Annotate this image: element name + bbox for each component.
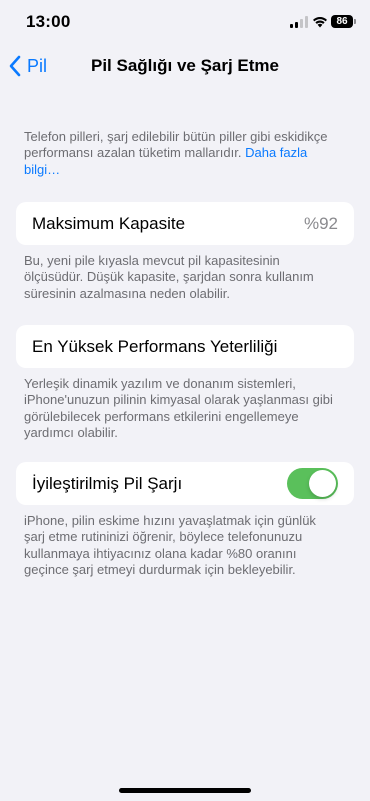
status-bar: 13:00 86 [0,0,370,44]
home-indicator[interactable] [119,788,251,793]
max-capacity-label: Maksimum Kapasite [32,214,186,233]
optimized-charging-row: İyileştirilmiş Pil Şarjı [16,462,354,505]
intro-text: Telefon pilleri, şarj edilebilir bütün p… [24,129,340,178]
navigation-bar: Pil Pil Sağlığı ve Şarj Etme [0,48,370,84]
optimized-charging-footnote: iPhone, pilin eskime hızını yavaşlatmak … [24,513,316,577]
toggle-knob [309,470,336,497]
wifi-icon [313,17,327,28]
status-time: 13:00 [26,12,71,31]
max-capacity-row: Maksimum Kapasite %92 [16,202,354,245]
optimized-charging-toggle[interactable] [287,468,338,499]
battery-icon: 86 [331,15,356,28]
optimized-charging-label: İyileştirilmiş Pil Şarjı [32,474,183,493]
peak-performance-label: En Yüksek Performans Yeterliliği [32,337,278,356]
peak-performance-footnote: Yerleşik dinamik yazılım ve donanım sist… [24,376,333,440]
max-capacity-value: %92 [303,214,338,233]
peak-performance-row: En Yüksek Performans Yeterliliği [16,325,354,368]
page-title: Pil Sağlığı ve Şarj Etme [90,56,280,75]
max-capacity-footnote: Bu, yeni pile kıyasla mevcut pil kapasit… [24,253,314,301]
cellular-signal-icon [290,16,308,28]
